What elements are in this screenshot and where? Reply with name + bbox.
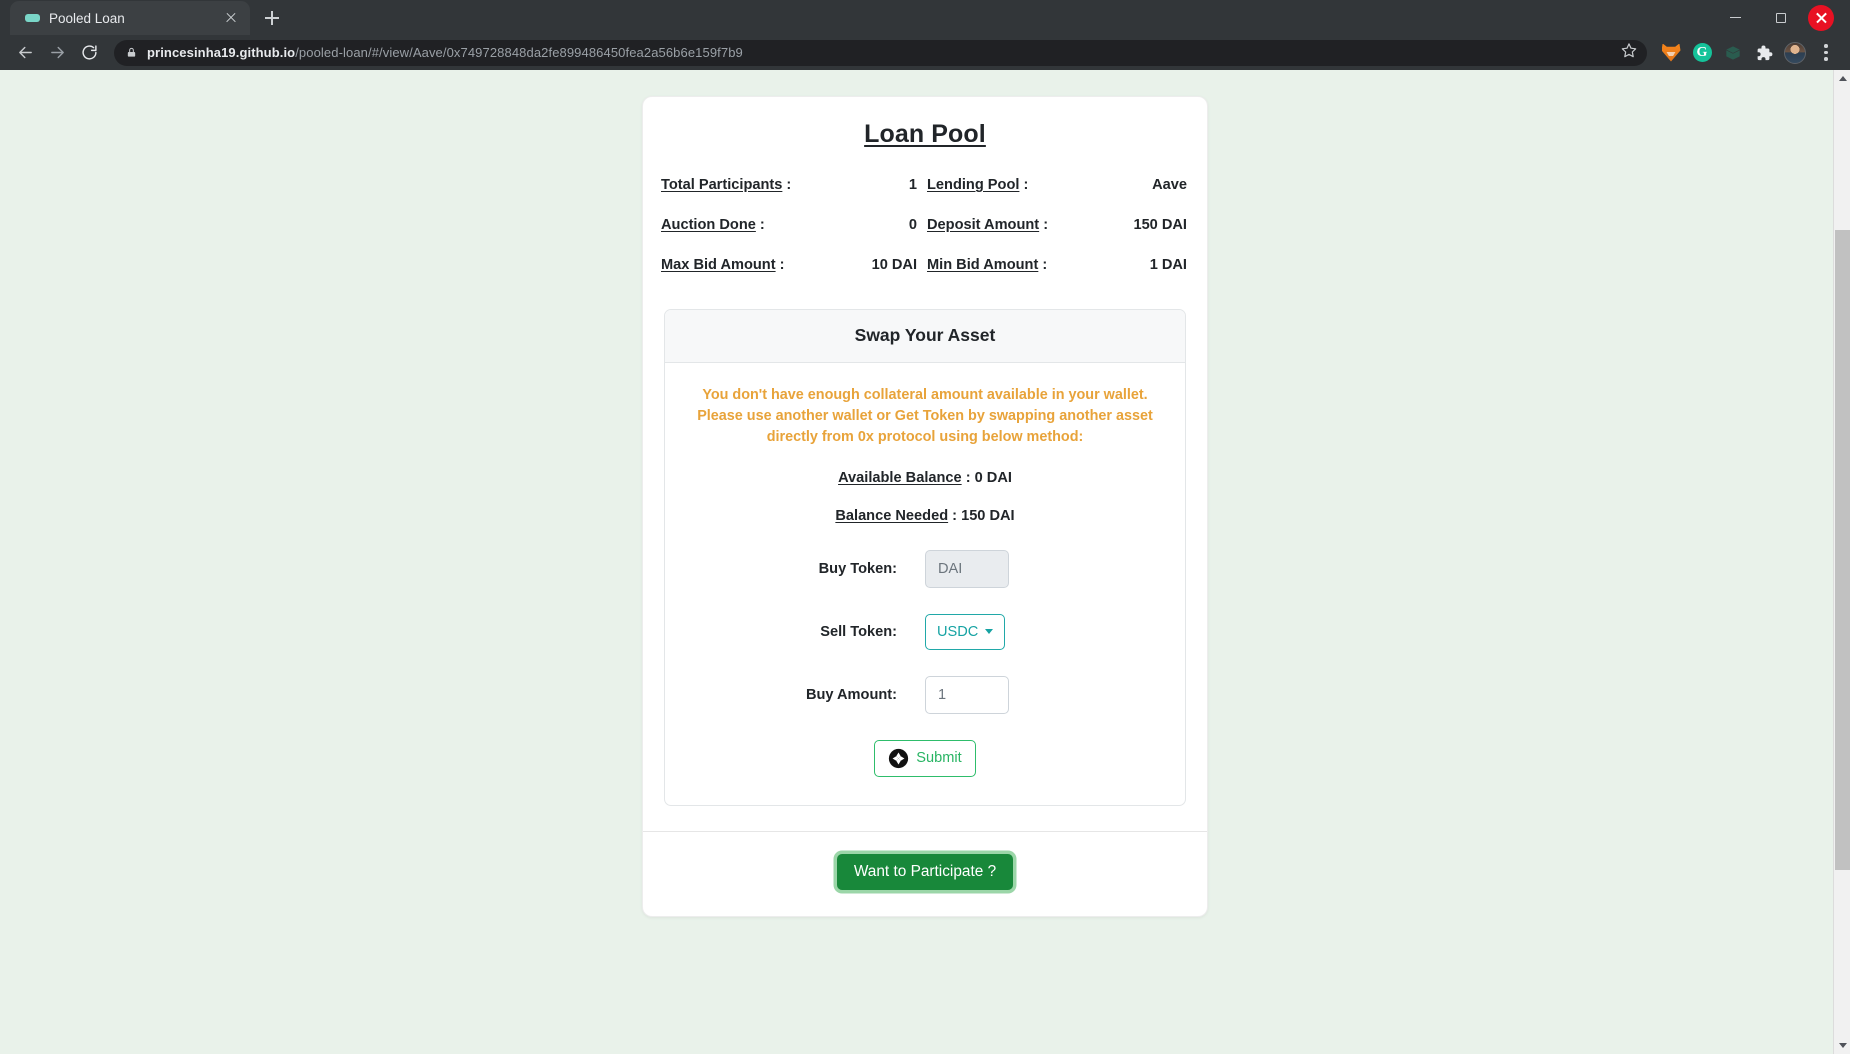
page-viewport: Loan Pool Total Participants : 1 Lending… <box>0 70 1850 1054</box>
stat-value: 10 DAI <box>871 257 917 273</box>
minimize-button[interactable] <box>1712 0 1758 35</box>
stat-total-participants: Total Participants : 1 <box>661 177 925 193</box>
stat-label: Deposit Amount : <box>927 217 1049 233</box>
stat-label: Total Participants : <box>661 177 792 193</box>
scrollbar-thumb[interactable] <box>1835 230 1850 870</box>
back-button[interactable] <box>10 38 40 68</box>
grammarly-icon[interactable]: G <box>1688 39 1716 67</box>
stat-value: 150 DAI <box>1133 217 1187 233</box>
stat-label: Lending Pool : <box>927 177 1029 193</box>
card-footer: Want to Participate ? <box>643 830 1207 916</box>
scrollbar-up-arrow[interactable] <box>1834 70 1850 87</box>
tab-title: Pooled Loan <box>49 10 125 26</box>
faded-extension-icon[interactable] <box>1719 39 1747 67</box>
stat-row: Max Bid Amount : 10 DAI Min Bid Amount :… <box>661 257 1189 273</box>
sell-token-value: USDC <box>937 623 979 640</box>
balance-needed-value: : 150 DAI <box>948 507 1015 524</box>
browser-tab[interactable]: Pooled Loan <box>10 1 250 35</box>
collateral-warning-text: You don't have enough collateral amount … <box>697 387 1153 445</box>
tab-favicon-icon <box>24 10 40 26</box>
balance-needed-line: Balance Needed : 150 DAI <box>691 508 1159 524</box>
address-bar[interactable]: princesinha19.github.io/pooled-loan/#/vi… <box>114 39 1647 66</box>
sell-token-dropdown[interactable]: USDC <box>925 613 1006 650</box>
new-tab-button[interactable] <box>258 4 286 32</box>
buy-amount-row: Buy Amount: 1 <box>691 675 1159 714</box>
url-path: /pooled-loan/#/view/Aave/0x749728848da2f… <box>295 45 743 60</box>
stat-row: Auction Done : 0 Deposit Amount : 150 DA… <box>661 217 1189 233</box>
sell-token-label: Sell Token: <box>820 623 897 640</box>
scrollbar-down-arrow[interactable] <box>1834 1037 1850 1054</box>
stat-value: Aave <box>1152 177 1187 193</box>
swap-panel: Swap Your Asset You don't have enough co… <box>664 309 1186 806</box>
want-to-participate-button[interactable]: Want to Participate ? <box>836 853 1014 890</box>
maximize-button[interactable] <box>1758 0 1804 35</box>
stat-label: Min Bid Amount : <box>927 257 1048 273</box>
window-controls <box>1712 0 1850 35</box>
window-close-button[interactable] <box>1804 0 1850 35</box>
swap-panel-body: You don't have enough collateral amount … <box>665 363 1185 805</box>
forward-button[interactable] <box>42 38 72 68</box>
chrome-menu-icon[interactable] <box>1812 39 1840 67</box>
buy-amount-input[interactable]: 1 <box>925 675 1009 714</box>
stat-max-bid-amount: Max Bid Amount : 10 DAI <box>661 257 925 273</box>
stat-value: 1 <box>908 177 917 193</box>
pool-stats: Total Participants : 1 Lending Pool : Aa… <box>643 149 1207 273</box>
stat-label: Auction Done : <box>661 217 765 233</box>
loan-pool-card: Loan Pool Total Participants : 1 Lending… <box>642 96 1208 917</box>
submit-button-label: Submit <box>916 750 962 767</box>
buy-token-label: Buy Token: <box>818 560 897 577</box>
page-title: Loan Pool <box>864 120 986 148</box>
stat-lending-pool: Lending Pool : Aave <box>925 177 1189 193</box>
sell-token-row: Sell Token: USDC <box>691 613 1159 650</box>
browser-window: Pooled Loan princesinha19.github.io/pool… <box>0 0 1850 1054</box>
stat-deposit-amount: Deposit Amount : 150 DAI <box>925 217 1189 233</box>
buy-token-value: DAI <box>938 560 963 577</box>
stat-row: Total Participants : 1 Lending Pool : Aa… <box>661 177 1189 193</box>
stat-value: 1 DAI <box>1149 257 1187 273</box>
profile-avatar[interactable] <box>1781 39 1809 67</box>
url-text: princesinha19.github.io/pooled-loan/#/vi… <box>147 45 1612 60</box>
stat-label: Max Bid Amount : <box>661 257 785 273</box>
metamask-fox-icon[interactable] <box>1657 39 1685 67</box>
available-balance-line: Available Balance : 0 DAI <box>691 470 1159 486</box>
star-icon[interactable] <box>1621 42 1637 63</box>
balance-needed-label: Balance Needed <box>835 507 949 524</box>
extensions-puzzle-icon[interactable] <box>1750 39 1778 67</box>
browser-titlebar: Pooled Loan <box>0 0 1850 35</box>
browser-toolbar: princesinha19.github.io/pooled-loan/#/vi… <box>0 35 1850 70</box>
reload-button[interactable] <box>74 38 104 68</box>
zrx-protocol-icon <box>888 748 909 769</box>
toolbar-icons: G <box>1657 39 1840 67</box>
submit-button[interactable]: Submit <box>874 739 976 777</box>
stat-auction-done: Auction Done : 0 <box>661 217 925 233</box>
tab-close-icon[interactable] <box>222 9 240 27</box>
url-host: princesinha19.github.io <box>147 45 296 60</box>
available-balance-label: Available Balance <box>838 469 962 486</box>
buy-token-row: Buy Token: DAI <box>691 549 1159 588</box>
available-balance-value: : 0 DAI <box>961 469 1012 486</box>
grammarly-letter: G <box>1692 43 1712 62</box>
tab-strip: Pooled Loan <box>0 0 286 35</box>
page-scrollbar[interactable] <box>1833 70 1850 1054</box>
stat-value: 0 <box>908 217 917 233</box>
buy-amount-label: Buy Amount: <box>805 686 897 703</box>
stat-min-bid-amount: Min Bid Amount : 1 DAI <box>925 257 1189 273</box>
chevron-down-icon <box>985 629 994 635</box>
lock-icon <box>126 46 138 59</box>
buy-amount-value: 1 <box>938 686 947 703</box>
buy-token-input: DAI <box>925 549 1009 588</box>
swap-panel-header: Swap Your Asset <box>665 310 1185 363</box>
